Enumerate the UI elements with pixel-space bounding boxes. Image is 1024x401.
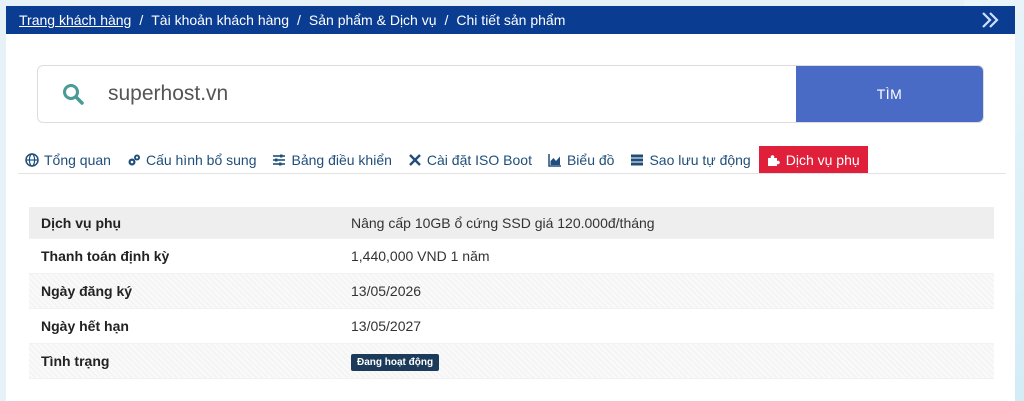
breadcrumb-item-products: Sản phẩm & Dịch vụ	[308, 12, 437, 28]
table-row: Thanh toán định kỳ 1,440,000 VND 1 năm	[29, 239, 994, 274]
tab-label: Bảng điều khiển	[291, 151, 392, 168]
tab-label: Dịch vụ phụ	[785, 151, 860, 168]
tab-addon-services[interactable]: Dịch vụ phụ	[758, 146, 868, 173]
table-row: Dịch vụ phụ Nâng cấp 10GB ổ cứng SSD giá…	[29, 207, 994, 239]
table-row: Tình trạng Đang hoạt động	[29, 344, 994, 379]
row-label: Tình trạng	[41, 353, 110, 369]
server-icon	[630, 153, 644, 167]
search-button[interactable]: TÌM	[796, 66, 983, 122]
row-value: 1,440,000 VND 1 năm	[351, 248, 490, 264]
tab-control-panel[interactable]: Bảng điều khiển	[264, 146, 399, 173]
breadcrumb-item-product-detail: Chi tiết sản phẩm	[456, 12, 566, 28]
table-row: Ngày hết hạn 13/05/2027	[29, 309, 994, 344]
row-value: 13/05/2027	[351, 318, 422, 334]
tab-additional-config[interactable]: Cấu hình bổ sung	[119, 146, 265, 173]
breadcrumb-item-account: Tài khoản khách hàng	[151, 12, 289, 28]
product-tabs: Tổng quan Cấu hình bổ sung Bảng điều khi…	[18, 146, 1006, 174]
domain-search-input[interactable]	[108, 66, 796, 122]
tab-label: Sao lưu tự động	[649, 151, 751, 168]
addon-details-table: Dịch vụ phụ Nâng cấp 10GB ổ cứng SSD giá…	[29, 207, 994, 379]
puzzle-icon	[767, 153, 781, 167]
breadcrumb-separator: /	[297, 12, 301, 28]
tab-label: Biểu đồ	[566, 151, 615, 168]
row-label: Ngày đăng ký	[41, 283, 133, 299]
table-row: Ngày đăng ký 13/05/2026	[29, 274, 994, 309]
double-chevron-right-icon[interactable]	[981, 11, 1001, 29]
globe-icon	[25, 152, 39, 167]
tools-icon	[408, 153, 422, 167]
sliders-icon	[272, 153, 286, 167]
tab-label: Cài đặt ISO Boot	[426, 151, 532, 168]
area-chart-icon	[548, 153, 562, 167]
row-label: Ngày hết hạn	[41, 318, 129, 334]
breadcrumb-separator: /	[139, 12, 144, 28]
row-label: Thanh toán định kỳ	[41, 248, 170, 264]
tab-auto-backup[interactable]: Sao lưu tự động	[622, 146, 758, 173]
tab-charts[interactable]: Biểu đồ	[540, 146, 622, 173]
breadcrumb-separator: /	[444, 12, 449, 28]
row-value: 13/05/2026	[351, 283, 422, 299]
tab-overview[interactable]: Tổng quan	[18, 146, 119, 173]
domain-search-bar: TÌM	[37, 65, 984, 123]
tab-label: Cấu hình bổ sung	[145, 151, 257, 168]
row-label: Dịch vụ phụ	[41, 214, 122, 231]
breadcrumb: Trang khách hàng / Tài khoản khách hàng …	[6, 6, 1015, 34]
breadcrumb-item-client-area[interactable]: Trang khách hàng	[19, 12, 131, 28]
status-badge: Đang hoạt động	[351, 353, 440, 371]
row-value: Nâng cấp 10GB ổ cứng SSD giá 120.000đ/th…	[351, 214, 655, 231]
cogs-icon	[127, 153, 141, 167]
tab-iso-boot[interactable]: Cài đặt ISO Boot	[400, 146, 540, 173]
row-value: Đang hoạt động	[351, 352, 440, 371]
tab-label: Tổng quan	[44, 151, 111, 168]
search-icon	[38, 66, 108, 122]
